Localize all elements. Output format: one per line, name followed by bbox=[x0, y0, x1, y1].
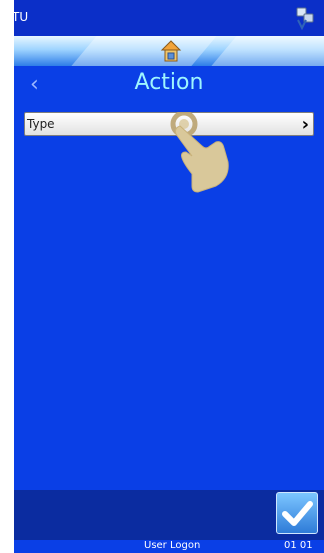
list-item-label: Type bbox=[27, 117, 55, 131]
hand-pointer-icon bbox=[170, 112, 229, 193]
device-screen: TU ‹ Action Type › User Logon 01 01 bbox=[14, 0, 324, 553]
top-bar: TU bbox=[14, 0, 324, 36]
page-title: Action bbox=[134, 70, 204, 95]
home-icon[interactable] bbox=[160, 39, 182, 63]
user-logon-status[interactable]: User Logon bbox=[144, 540, 200, 551]
ok-button[interactable] bbox=[276, 492, 318, 534]
status-bar: User Logon 01 01 bbox=[14, 540, 324, 553]
time-display: 01 01 bbox=[284, 540, 313, 551]
top-left-label: TU bbox=[14, 10, 29, 24]
checkmark-icon bbox=[282, 501, 313, 526]
page-header: ‹ Action bbox=[14, 66, 324, 102]
network-icon[interactable] bbox=[294, 6, 316, 30]
chevron-right-icon: › bbox=[301, 114, 309, 135]
